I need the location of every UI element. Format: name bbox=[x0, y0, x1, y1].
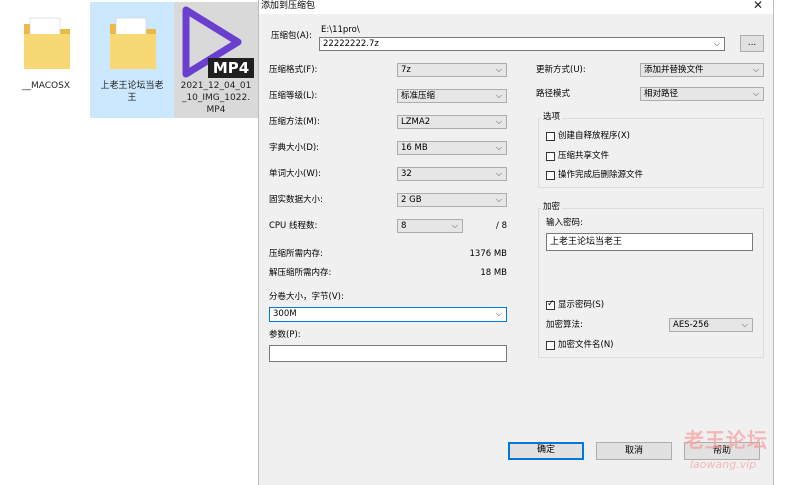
level-value: 标准压缩 bbox=[401, 91, 436, 101]
format-select[interactable]: 7z ⌵ bbox=[397, 63, 507, 77]
sfx-label: 创建自释放程序(X) bbox=[558, 131, 630, 141]
method-select[interactable]: LZMA2 ⌵ bbox=[397, 115, 507, 129]
chevron-down-icon: ⌵ bbox=[495, 169, 502, 178]
chevron-down-icon: ⌵ bbox=[495, 65, 502, 74]
cpu-value: 8 bbox=[401, 221, 407, 231]
show-password-checkbox[interactable]: ✓ bbox=[546, 299, 555, 310]
show-password-label: 显示密码(S) bbox=[558, 300, 605, 310]
params-input[interactable] bbox=[269, 345, 507, 362]
chevron-down-icon: ⌵ bbox=[495, 117, 502, 126]
watermark-logo: 老王论坛 bbox=[684, 428, 768, 452]
params-label: 参数(P): bbox=[269, 330, 301, 340]
archive-path: E:\11pro\ bbox=[321, 25, 360, 35]
chevron-down-icon: ⌵ bbox=[495, 143, 502, 152]
title-bar: 添加到压缩包 ✕ bbox=[259, 0, 773, 14]
desktop-folder-laowang[interactable]: 上老王论坛当老 王 bbox=[90, 2, 174, 118]
chevron-down-icon: ⌵ bbox=[451, 221, 458, 230]
ok-button[interactable]: 确定 bbox=[508, 442, 584, 460]
password-input[interactable]: 上老王论坛当老王 bbox=[546, 233, 753, 251]
shared-label: 压缩共享文件 bbox=[558, 151, 610, 161]
mp4-badge: MP4 bbox=[208, 58, 254, 78]
enc-method-label: 加密算法: bbox=[546, 320, 583, 330]
word-select[interactable]: 32 ⌵ bbox=[397, 167, 507, 181]
chevron-down-icon: ⌵ bbox=[495, 195, 502, 204]
archive-name-input[interactable]: 22222222.7z ⌵ bbox=[319, 37, 725, 51]
add-to-archive-dialog: 添加到压缩包 ✕ 压缩包(A): E:\11pro\ 22222222.7z ⌵… bbox=[258, 0, 774, 485]
desktop-item-label: 上老王论坛当老 王 bbox=[100, 81, 164, 103]
password-label: 输入密码: bbox=[546, 218, 583, 228]
cpu-label: CPU 线程数: bbox=[269, 221, 318, 231]
word-label: 单词大小(W): bbox=[269, 169, 321, 179]
cpu-max: / 8 bbox=[496, 221, 507, 231]
chevron-down-icon: ⌵ bbox=[741, 320, 748, 329]
checkmark-icon: ✓ bbox=[547, 299, 555, 309]
path-mode-select[interactable]: 相对路径 ⌵ bbox=[640, 87, 764, 101]
volume-label: 分卷大小，字节(V): bbox=[269, 292, 344, 302]
close-icon[interactable]: ✕ bbox=[753, 0, 763, 12]
desktop-item-label: 2021_12_04_01 _10_IMG_1022. MP4 bbox=[180, 81, 252, 115]
desktop-folder-macosx[interactable]: __MACOSX bbox=[4, 2, 88, 118]
path-mode-label: 路径模式 bbox=[536, 89, 571, 99]
path-mode-value: 相对路径 bbox=[644, 89, 679, 99]
desktop-file-mp4[interactable]: MP4 2021_12_04_01 _10_IMG_1022. MP4 bbox=[174, 2, 258, 118]
method-value: LZMA2 bbox=[401, 117, 431, 127]
update-select[interactable]: 添加并替换文件 ⌵ bbox=[640, 63, 764, 77]
archive-name-value: 22222222.7z bbox=[323, 39, 379, 49]
encrypt-names-checkbox[interactable] bbox=[546, 341, 555, 350]
encrypt-names-label: 加密文件名(N) bbox=[558, 340, 614, 350]
solid-select[interactable]: 2 GB ⌵ bbox=[397, 193, 507, 207]
volume-value: 300M bbox=[273, 309, 297, 319]
dict-value: 16 MB bbox=[401, 143, 428, 153]
browse-button[interactable]: ... bbox=[740, 35, 764, 52]
folder-icon bbox=[24, 17, 70, 69]
desktop-item-label: __MACOSX bbox=[21, 81, 70, 91]
dict-select[interactable]: 16 MB ⌵ bbox=[397, 141, 507, 155]
update-value: 添加并替换文件 bbox=[644, 65, 704, 75]
enc-method-value: AES-256 bbox=[673, 320, 709, 330]
sfx-checkbox[interactable] bbox=[546, 132, 555, 141]
mem-decomp-value: 18 MB bbox=[480, 268, 507, 278]
update-label: 更新方式(U): bbox=[536, 65, 586, 75]
dialog-title: 添加到压缩包 bbox=[261, 1, 316, 11]
chevron-down-icon: ⌵ bbox=[752, 65, 759, 74]
volume-input[interactable]: 300M ⌵ bbox=[269, 307, 507, 322]
cancel-button[interactable]: 取消 bbox=[596, 442, 672, 460]
method-label: 压缩方法(M): bbox=[269, 117, 320, 127]
delete-after-checkbox[interactable] bbox=[546, 171, 555, 180]
chevron-down-icon: ⌵ bbox=[495, 309, 502, 318]
level-label: 压缩等级(L): bbox=[269, 91, 318, 101]
format-value: 7z bbox=[401, 65, 411, 75]
delete-after-label: 操作完成后删除源文件 bbox=[558, 170, 644, 180]
watermark-url: laowang.vip bbox=[690, 458, 757, 471]
mem-comp-value: 1376 MB bbox=[469, 249, 508, 259]
cpu-select[interactable]: 8 ⌵ bbox=[397, 219, 463, 233]
options-title: 选项 bbox=[541, 112, 563, 123]
solid-label: 固实数据大小: bbox=[269, 195, 323, 205]
encryption-group bbox=[538, 208, 764, 358]
enc-method-select[interactable]: AES-256 ⌵ bbox=[669, 318, 753, 332]
archive-label: 压缩包(A): bbox=[271, 31, 312, 41]
solid-value: 2 GB bbox=[401, 195, 422, 205]
chevron-down-icon: ⌵ bbox=[495, 91, 502, 100]
chevron-down-icon: ⌵ bbox=[713, 39, 720, 48]
level-select[interactable]: 标准压缩 ⌵ bbox=[397, 89, 507, 103]
word-value: 32 bbox=[401, 169, 412, 179]
mem-decomp-label: 解压缩所需内存: bbox=[269, 268, 332, 278]
encryption-title: 加密 bbox=[541, 202, 563, 213]
dict-label: 字典大小(D): bbox=[269, 143, 320, 153]
chevron-down-icon: ⌵ bbox=[752, 89, 759, 98]
shared-checkbox[interactable] bbox=[546, 152, 555, 161]
mem-comp-label: 压缩所需内存: bbox=[269, 249, 323, 259]
folder-icon bbox=[110, 17, 156, 69]
format-label: 压缩格式(F): bbox=[269, 65, 318, 75]
